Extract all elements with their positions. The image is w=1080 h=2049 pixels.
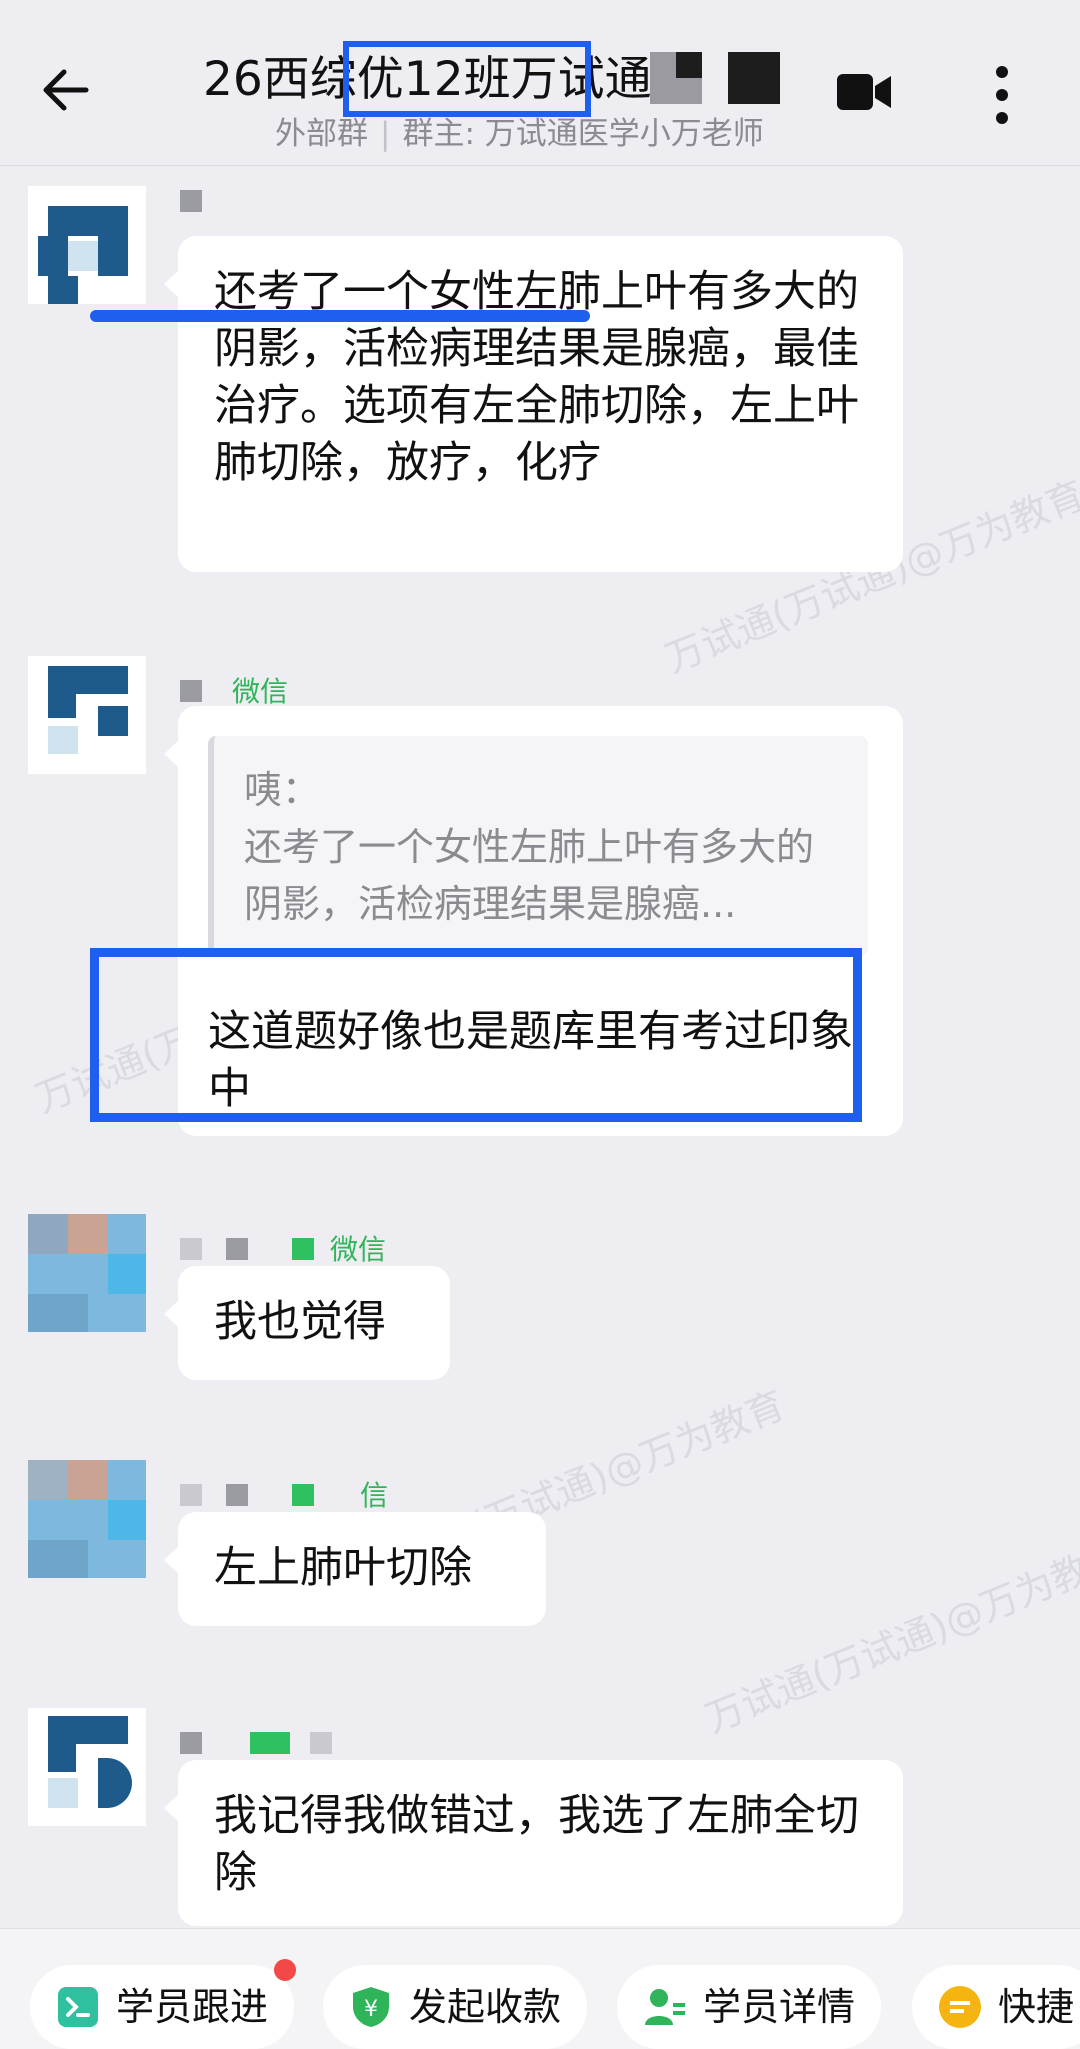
avatar[interactable] — [28, 186, 146, 304]
follow-up-icon — [58, 1987, 98, 2027]
watermark: 万试通(万试通)@万为教育 — [699, 1532, 1080, 1741]
sender-name: 信 — [180, 1479, 580, 1512]
redaction-block — [676, 52, 702, 78]
svg-text:¥: ¥ — [364, 1997, 378, 2022]
sender-name: 微信 — [180, 1233, 580, 1266]
quick-action-bar: 学员跟进 ¥ 发起收款 学员详情 快捷 — [0, 1928, 1080, 2049]
quick-reply-button[interactable]: 快捷 — [912, 1965, 1080, 2049]
student-follow-up-button[interactable]: 学员跟进 — [30, 1965, 295, 2049]
avatar[interactable] — [28, 656, 146, 774]
avatar[interactable] — [28, 1708, 146, 1826]
avatar[interactable] — [28, 1214, 146, 1332]
payment-shield-icon: ¥ — [353, 1987, 389, 2027]
quick-reply-icon — [939, 1986, 981, 2028]
back-arrow-icon[interactable] — [36, 60, 96, 120]
notification-badge — [274, 1959, 296, 1981]
more-vertical-icon[interactable] — [982, 60, 1022, 130]
chat-header: 26西综优12班万试通 外部群 | 群主: 万试通医学小万老师 — [0, 0, 1080, 166]
sender-name — [180, 186, 580, 218]
video-call-icon[interactable] — [835, 66, 895, 118]
redaction-block — [728, 52, 780, 104]
chat-message-list[interactable]: 万试通(万试通)@万为教育 万试通(万试通)@万为教育 万试通(万试通)@万为教… — [0, 166, 1080, 1928]
group-subtitle: 外部群 | 群主: 万试通医学小万老师 — [275, 116, 764, 152]
message-bubble[interactable]: 左上肺叶切除 — [164, 1512, 546, 1626]
sender-name: 微信 — [180, 675, 580, 708]
message-bubble[interactable]: 还考了一个女性左肺上叶有多大的阴影，活检病理结果是腺癌，最佳治疗。选项有左全肺切… — [164, 236, 903, 572]
message-bubble[interactable]: 我也觉得 — [164, 1266, 450, 1380]
message-bubble[interactable]: 我记得我做错过，我选了左肺全切除 — [164, 1760, 903, 1926]
text-underline-highlight — [90, 310, 590, 322]
sender-name — [180, 1728, 580, 1760]
quoted-message[interactable]: 咦： 还考了一个女性左肺上叶有多大的阴影，活检病理结果是腺癌... — [208, 736, 868, 956]
student-details-button[interactable]: 学员详情 — [617, 1965, 882, 2049]
avatar[interactable] — [28, 1460, 146, 1578]
title-highlight-box — [343, 41, 591, 117]
student-detail-icon — [645, 1989, 685, 2025]
initiate-payment-button[interactable]: ¥ 发起收款 — [323, 1965, 588, 2049]
reply-highlight-box — [90, 948, 862, 1122]
